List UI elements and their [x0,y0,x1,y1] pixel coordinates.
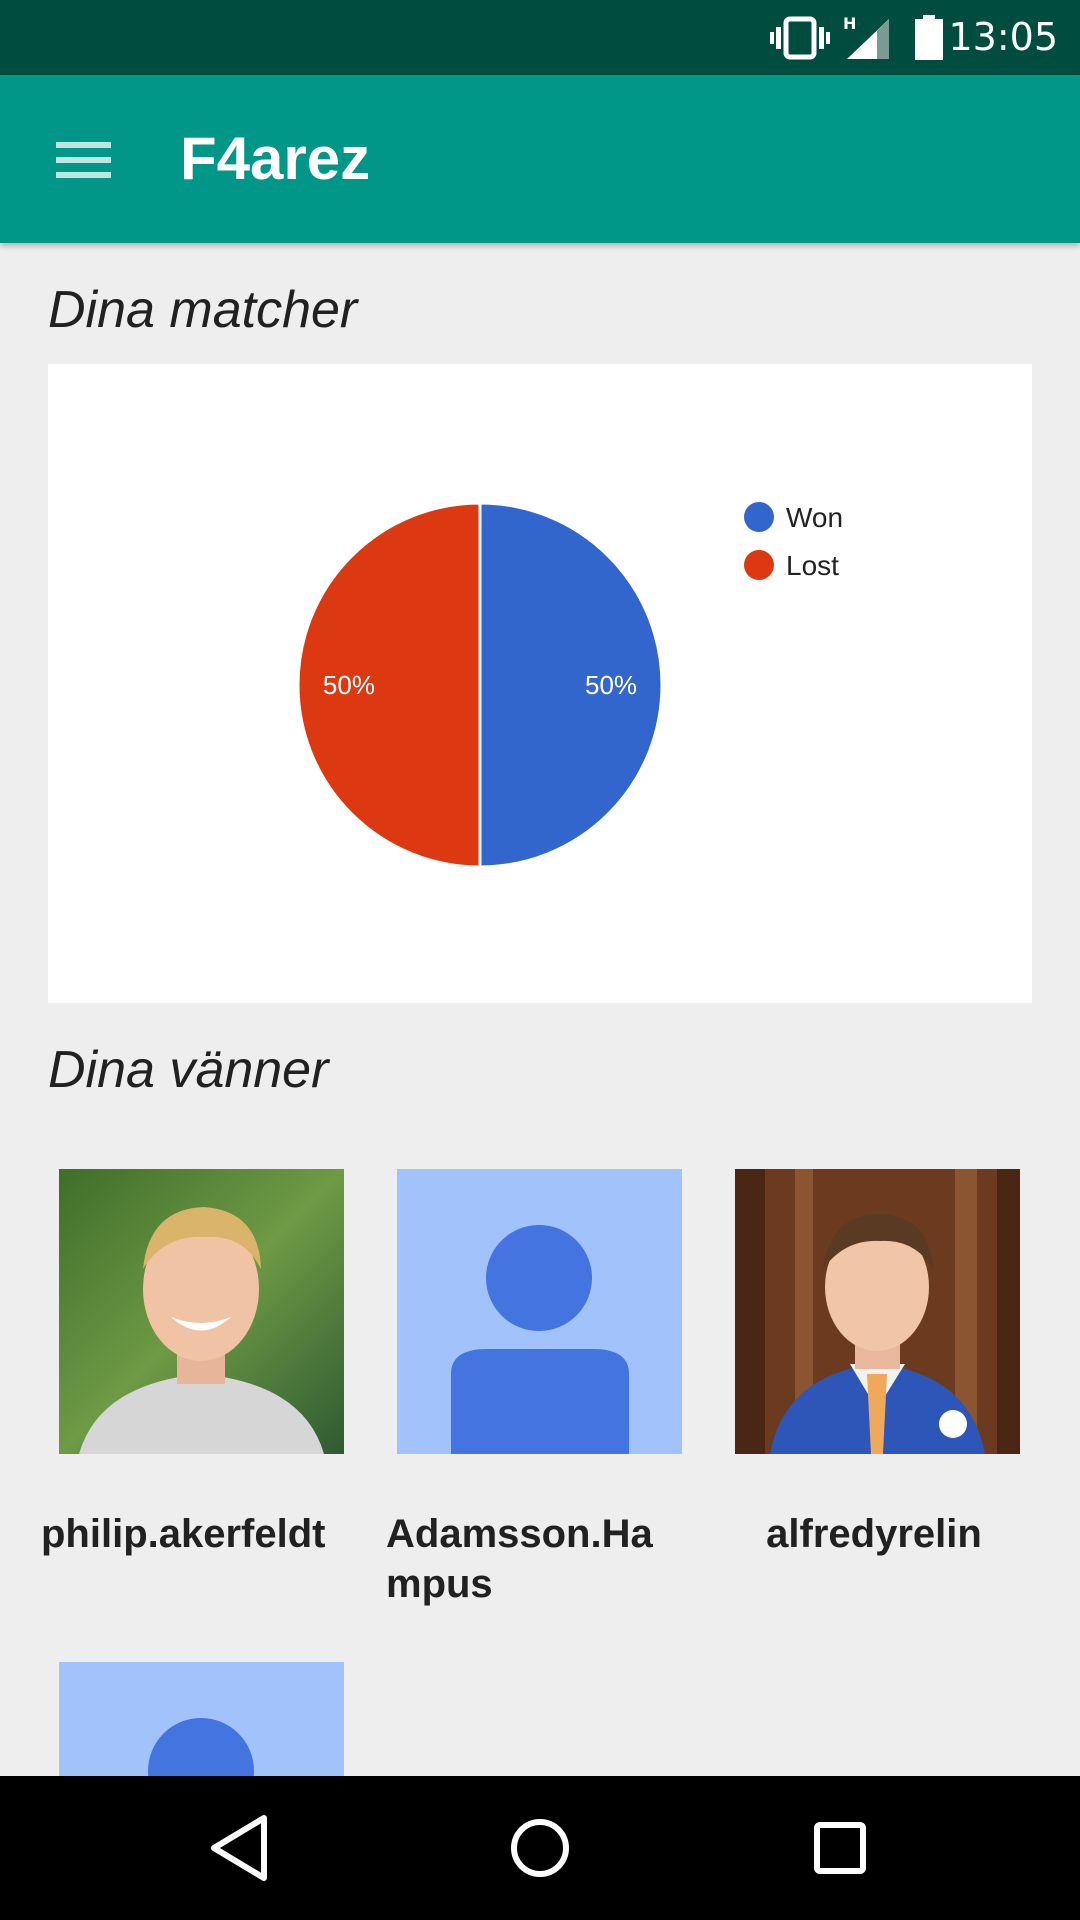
friend-avatar-photo [59,1169,344,1454]
legend-marker-lost [744,550,774,580]
legend-marker-won [744,502,774,532]
friend-avatar-placeholder [397,1169,682,1454]
matches-chart-card: 50% 50% Won Lost [48,364,1032,1003]
battery-icon [915,15,943,60]
pie-value-label-won: 50% [585,670,637,700]
friend-name: philip.akerfeldt [41,1512,326,1556]
friend-name: alfredyrelin [766,1512,982,1556]
svg-text:H: H [843,15,856,33]
matches-heading: Dina matcher [48,281,358,339]
signal-icon: H [843,15,889,59]
vibrate-icon [770,16,830,60]
friend-name: Adamsson.Hampus [386,1512,653,1606]
menu-icon[interactable] [48,130,120,190]
app-bar: F4arez [0,75,1080,243]
pie-chart: 50% 50% Won Lost [296,501,843,869]
friend-card[interactable] [38,1662,348,1776]
back-icon[interactable] [200,1808,280,1888]
friend-avatar-photo [735,1169,1020,1454]
friend-avatar-placeholder [59,1662,344,1776]
pie-value-label-lost: 50% [323,670,375,700]
legend-label-won: Won [786,502,843,533]
navigation-bar [0,1776,1080,1920]
status-time: 13:05 [948,15,1058,59]
status-bar: H 13:05 [0,0,1080,75]
person-icon [397,1169,682,1454]
recents-icon[interactable] [800,1808,880,1888]
app-title: F4arez [180,125,371,192]
friends-heading: Dina vänner [48,1041,329,1099]
home-icon[interactable] [500,1808,580,1888]
person-icon [59,1662,344,1776]
legend-label-lost: Lost [786,550,839,581]
